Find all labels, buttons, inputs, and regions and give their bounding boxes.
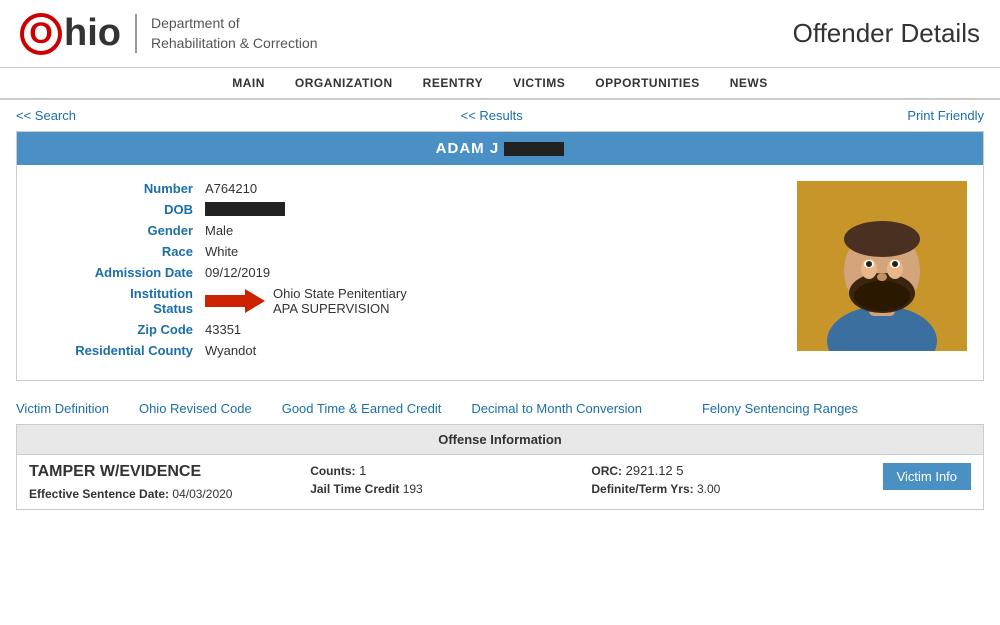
offense-jail-time: Jail Time Credit 193	[310, 482, 591, 496]
info-row-admission: Admission Date 09/12/2019	[33, 265, 777, 280]
offender-header: ADAM J	[17, 132, 983, 165]
link-felony-sentencing[interactable]: Felony Sentencing Ranges	[702, 401, 858, 416]
offense-effective-date: Effective Sentence Date: 04/03/2020	[29, 487, 310, 501]
print-friendly-link[interactable]: Print Friendly	[907, 108, 984, 123]
nav-opportunities[interactable]: OPPORTUNITIES	[595, 76, 700, 90]
gender-label: Gender	[33, 223, 193, 238]
number-label: Number	[33, 181, 193, 196]
page-header: O hio Department of Rehabilitation & Cor…	[0, 0, 1000, 68]
offense-orc: ORC: 2921.12 5	[591, 463, 872, 478]
offender-card: ADAM J Number A764210 DOB Gender Male Ra…	[16, 131, 984, 381]
link-decimal-conversion[interactable]: Decimal to Month Conversion	[471, 401, 642, 416]
nav-victims[interactable]: VICTIMS	[513, 76, 565, 90]
number-value: A764210	[205, 181, 257, 196]
links-section: Victim Definition Ohio Revised Code Good…	[0, 393, 1000, 424]
offender-body: Number A764210 DOB Gender Male Race Whit…	[17, 165, 983, 380]
page-title: Offender Details	[793, 18, 980, 49]
logo-area: O hio Department of Rehabilitation & Cor…	[20, 12, 318, 55]
offense-definite-term: Definite/Term Yrs: 3.00	[591, 482, 872, 496]
info-row-race: Race White	[33, 244, 777, 259]
info-row-institution-status: Institution Status Ohio State Penitentia…	[33, 286, 777, 316]
results-link[interactable]: << Results	[461, 108, 523, 123]
offense-section: Offense Information TAMPER W/EVIDENCE Ef…	[16, 424, 984, 510]
photo-svg	[797, 181, 967, 351]
main-nav: MAIN ORGANIZATION REENTRY VICTIMS OPPORT…	[0, 68, 1000, 100]
offense-left: TAMPER W/EVIDENCE Effective Sentence Dat…	[29, 463, 310, 501]
race-label: Race	[33, 244, 193, 259]
offense-counts: Counts: 1	[310, 463, 591, 478]
gender-value: Male	[205, 223, 233, 238]
nav-news[interactable]: NEWS	[730, 76, 768, 90]
link-victim-definition[interactable]: Victim Definition	[16, 401, 109, 416]
offense-details: TAMPER W/EVIDENCE Effective Sentence Dat…	[29, 463, 971, 501]
info-row-gender: Gender Male	[33, 223, 777, 238]
county-value: Wyandot	[205, 343, 256, 358]
offense-right: ORC: 2921.12 5 Definite/Term Yrs: 3.00	[591, 463, 872, 496]
link-good-time[interactable]: Good Time & Earned Credit	[282, 401, 442, 416]
county-label: Residential County	[33, 343, 193, 358]
info-row-dob: DOB	[33, 202, 777, 217]
info-row-number: Number A764210	[33, 181, 777, 196]
offender-info: Number A764210 DOB Gender Male Race Whit…	[33, 181, 777, 364]
offense-row: TAMPER W/EVIDENCE Effective Sentence Dat…	[17, 455, 983, 509]
dob-redacted	[205, 202, 285, 216]
breadcrumb-bar: << Search << Results Print Friendly	[0, 100, 1000, 131]
logo-hio: hio	[64, 12, 121, 55]
arrow-icon	[205, 287, 265, 315]
offense-section-header: Offense Information	[17, 425, 983, 455]
logo-o-letter: O	[29, 19, 52, 49]
nav-main[interactable]: MAIN	[232, 76, 265, 90]
nav-organization[interactable]: ORGANIZATION	[295, 76, 393, 90]
name-redacted	[504, 142, 564, 156]
institution-value: Ohio State Penitentiary	[273, 286, 407, 301]
victim-info-button[interactable]: Victim Info	[883, 463, 971, 490]
link-ohio-revised-code[interactable]: Ohio Revised Code	[139, 401, 252, 416]
admission-label: Admission Date	[33, 265, 193, 280]
info-row-county: Residential County Wyandot	[33, 343, 777, 358]
offense-title: TAMPER W/EVIDENCE	[29, 463, 310, 481]
institution-status-label: Institution Status	[33, 286, 193, 316]
admission-value: 09/12/2019	[205, 265, 270, 280]
nav-reentry[interactable]: REENTRY	[423, 76, 483, 90]
status-value: APA SUPERVISION	[273, 301, 407, 316]
dob-label: DOB	[33, 202, 193, 217]
zip-value: 43351	[205, 322, 241, 337]
offense-middle: Counts: 1 Jail Time Credit 193	[310, 463, 591, 496]
logo-circle: O	[20, 13, 62, 55]
ohio-logo: O hio	[20, 12, 121, 55]
offender-photo	[797, 181, 967, 351]
race-value: White	[205, 244, 238, 259]
dept-text: Department of Rehabilitation & Correctio…	[135, 14, 318, 53]
zip-label: Zip Code	[33, 322, 193, 337]
search-link[interactable]: << Search	[16, 108, 76, 123]
info-row-zip: Zip Code 43351	[33, 322, 777, 337]
victim-btn-container: Victim Info	[873, 463, 971, 490]
